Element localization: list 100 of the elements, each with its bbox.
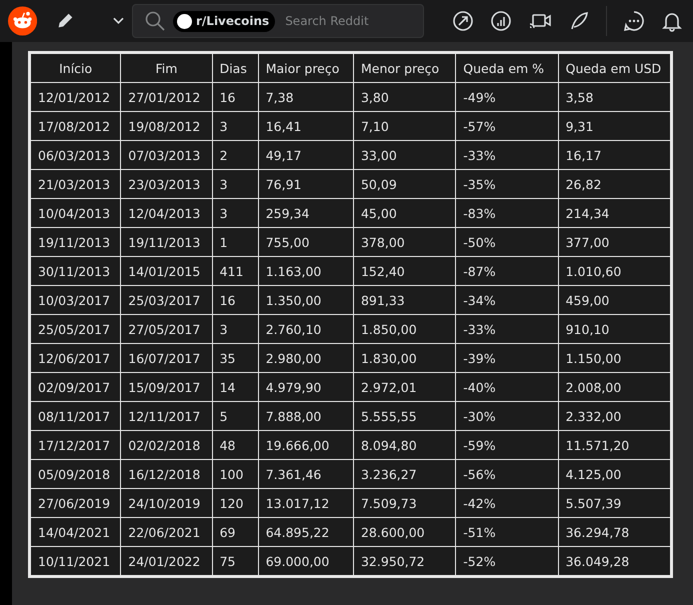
table-cell: -33% [456,140,558,170]
table-cell: 19/08/2012 [120,112,212,140]
table-cell: -87% [456,256,558,286]
alien-logo-icon[interactable] [8,5,38,37]
table-cell: 7,38 [258,82,354,112]
table-cell: 7.361,46 [258,460,354,488]
search-icon [145,11,165,31]
table-cell: -30% [456,402,558,430]
column-header: Queda em % [456,52,558,82]
table-cell: 12/04/2013 [120,198,212,228]
search-field[interactable]: r/Livecoins Search Reddit [132,4,424,38]
table-cell: 19/11/2013 [30,228,121,256]
arrow-circle-icon[interactable] [452,10,474,32]
table-cell: 17/08/2012 [30,112,121,140]
table-cell: 25/05/2017 [30,314,121,344]
table-cell: 891,33 [353,286,456,314]
table-cell: 100 [212,460,258,488]
table-cell: -51% [456,518,558,546]
table-cell: 16 [212,82,258,112]
table-cell: 16/12/2018 [120,460,212,488]
table-cell: -39% [456,344,558,372]
table-cell: 45,00 [353,198,456,228]
table-cell: 27/05/2017 [120,314,212,344]
table-cell: -83% [456,198,558,228]
table-cell: 2.980,00 [258,344,354,372]
table-cell: 28.600,00 [353,518,456,546]
table-cell: 24/10/2019 [120,488,212,518]
table-cell: 05/09/2018 [30,460,121,488]
table-cell: 120 [212,488,258,518]
table-cell: 3 [212,314,258,344]
table-cell: 19.666,00 [258,430,354,460]
bar-chart-circle-icon[interactable] [490,10,512,32]
table-cell: -40% [456,372,558,402]
table-cell: 3 [212,170,258,198]
table-cell: 27/06/2019 [30,488,121,518]
table-cell: 30/11/2013 [30,256,121,286]
table-cell: 16 [212,286,258,314]
table-cell: 02/02/2018 [120,430,212,460]
table-cell: 14/04/2021 [30,518,121,546]
bell-icon[interactable] [661,10,683,32]
table-cell: -42% [456,488,558,518]
table-cell: 7.509,73 [353,488,456,518]
table-cell: -56% [456,460,558,488]
table-cell: 10/04/2013 [30,198,121,228]
table-cell: 13.017,12 [258,488,354,518]
table-cell: 35 [212,344,258,372]
table-cell: 12/06/2017 [30,344,121,372]
table-cell: 5 [212,402,258,430]
table-cell: -57% [456,112,558,140]
table-cell: 259,34 [258,198,354,228]
table-cell: 22/06/2021 [120,518,212,546]
table-cell: 76,91 [258,170,354,198]
table-cell: 14 [212,372,258,402]
table-cell: 08/11/2017 [30,402,121,430]
table-cell: 06/03/2013 [30,140,121,170]
column-header: Maior preço [258,52,354,82]
table-cell: 2.760,10 [258,314,354,344]
table-cell: 33,00 [353,140,456,170]
table-cell: 10/03/2017 [30,286,121,314]
table-cell: 49,17 [258,140,354,170]
table-cell: 21/03/2013 [30,170,121,198]
table-cell: 3 [212,198,258,228]
table-cell: 1 [212,228,258,256]
feather-icon[interactable] [568,10,590,32]
table-cell: 27/01/2012 [120,82,212,112]
table-cell: 1.350,00 [258,286,354,314]
avatar-icon [177,14,192,28]
table-cell: 25/03/2017 [120,286,212,314]
table-cell: 64.895,22 [258,518,354,546]
chat-icon[interactable] [623,10,645,32]
table-cell: -34% [456,286,558,314]
table-cell: -59% [456,430,558,460]
table-cell: 02/09/2017 [30,372,121,402]
chevron-down-icon[interactable] [113,17,124,25]
table-cell: 8.094,80 [353,430,456,460]
table-cell: 16/07/2017 [120,344,212,372]
table-cell: 1.850,00 [353,314,456,344]
table-cell: 2 [212,140,258,170]
table-cell: 7,10 [353,112,456,140]
table-cell: 4.979,90 [258,372,354,402]
table-cell: 23/03/2013 [120,170,212,198]
table-cell: 3.236,27 [353,460,456,488]
table-cell: 50,09 [353,170,456,198]
table-cell: 48 [212,430,258,460]
column-header: Fim [120,52,212,82]
table-cell: 7.888,00 [258,402,354,430]
table-cell: 69 [212,518,258,546]
search-input[interactable]: Search Reddit [283,13,415,29]
table-cell: 14/01/2015 [120,256,212,286]
table-cell: 17/12/2017 [30,430,121,460]
table-cell: 15/09/2017 [120,372,212,402]
table-cell: 411 [212,256,258,286]
table-cell: 12/11/2017 [120,402,212,430]
community-chip[interactable]: r/Livecoins [173,10,276,32]
column-header: Menor preço [353,52,456,82]
table-cell: 16,41 [258,112,354,140]
table-cell: -49% [456,82,558,112]
table-cell: 152,40 [353,256,456,286]
table-cell: 3,80 [353,82,456,112]
column-header: Início [30,52,121,82]
